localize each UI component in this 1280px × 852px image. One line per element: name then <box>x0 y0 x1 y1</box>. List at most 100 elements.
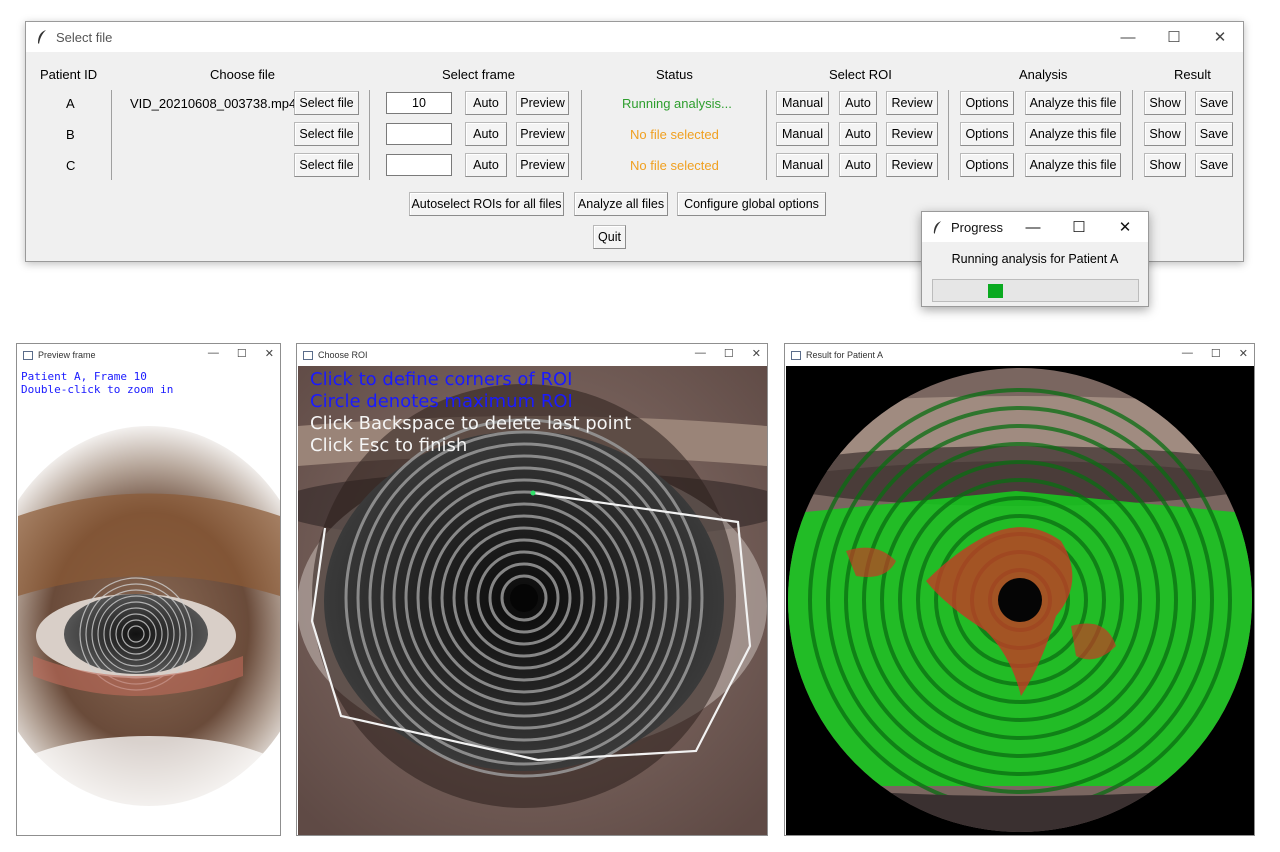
header-result: Result <box>1174 67 1211 82</box>
separator <box>581 90 582 180</box>
result-window-title: Result for Patient A <box>806 350 884 360</box>
preview-button[interactable]: Preview <box>516 91 569 115</box>
feather-icon <box>38 30 46 44</box>
maximize-icon[interactable]: ☐ <box>1056 212 1102 242</box>
header-choose-file: Choose file <box>210 67 276 82</box>
maximize-icon[interactable]: ☐ <box>237 347 247 360</box>
header-select-frame: Select frame <box>442 67 515 82</box>
autoselect-all-rois-button[interactable]: Autoselect ROIs for all files <box>409 192 564 216</box>
close-icon[interactable]: ✕ <box>265 347 274 360</box>
roi-instruction-line1: Click to define corners of ROI <box>310 369 573 390</box>
minimize-icon[interactable]: — <box>1010 212 1056 242</box>
separator <box>766 90 767 180</box>
roi-image[interactable]: Click to define corners of ROI Circle de… <box>298 366 767 835</box>
close-icon[interactable]: ✕ <box>1102 212 1148 242</box>
roi-titlebar: Choose ROI — ☐ ✕ <box>297 344 767 366</box>
preview-info-line1: Patient A, Frame 10 <box>21 370 147 383</box>
separator <box>369 90 370 180</box>
preview-titlebar: Preview frame — ☐ ✕ <box>17 344 280 366</box>
options-button[interactable]: Options <box>960 122 1014 146</box>
header-patient-id: Patient ID <box>40 67 98 82</box>
patient-id: C <box>66 158 76 173</box>
minimize-icon[interactable]: — <box>695 347 706 360</box>
configure-global-options-button[interactable]: Configure global options <box>677 192 826 216</box>
progress-bar <box>932 279 1139 302</box>
auto-frame-button[interactable]: Auto <box>465 91 507 115</box>
minimize-icon[interactable]: — <box>1182 347 1193 360</box>
main-titlebar: Select file — ☐ ✕ <box>26 22 1243 52</box>
preview-image[interactable]: Patient A, Frame 10 Double-click to zoom… <box>18 366 280 835</box>
review-roi-button[interactable]: Review <box>886 153 938 177</box>
review-roi-button[interactable]: Review <box>886 122 938 146</box>
header-analysis: Analysis <box>1019 67 1068 82</box>
minimize-icon[interactable]: — <box>1105 22 1151 52</box>
review-roi-button[interactable]: Review <box>886 91 938 115</box>
frame-input[interactable] <box>386 123 452 145</box>
select-file-button[interactable]: Select file <box>294 122 359 146</box>
show-result-button[interactable]: Show <box>1144 91 1186 115</box>
preview-window-title: Preview frame <box>38 350 96 360</box>
select-file-button[interactable]: Select file <box>294 153 359 177</box>
roi-instruction-line4: Click Esc to finish <box>310 435 468 456</box>
patient-id: B <box>66 127 75 142</box>
result-image[interactable] <box>786 366 1254 835</box>
progress-titlebar: Progress — ☐ ✕ <box>922 212 1148 242</box>
close-icon[interactable]: ✕ <box>1239 347 1248 360</box>
roi-instruction-line3: Click Backspace to delete last point <box>310 413 632 434</box>
frame-input[interactable] <box>386 154 452 176</box>
minimize-icon[interactable]: — <box>208 347 219 360</box>
result-window: Result for Patient A — ☐ ✕ <box>784 343 1255 836</box>
patient-id: A <box>66 96 75 111</box>
header-select-roi: Select ROI <box>829 67 892 82</box>
analyze-all-files-button[interactable]: Analyze all files <box>574 192 668 216</box>
roi-window-title: Choose ROI <box>318 350 368 360</box>
choose-roi-window: Choose ROI — ☐ ✕ Click to define corners… <box>296 343 768 836</box>
window-icon <box>303 350 313 360</box>
separator <box>1132 90 1133 180</box>
analyze-this-file-button[interactable]: Analyze this file <box>1025 122 1121 146</box>
preview-button[interactable]: Preview <box>516 153 569 177</box>
status-text: No file selected <box>630 158 719 173</box>
file-name: VID_20210608_003738.mp4 <box>130 96 297 111</box>
auto-frame-button[interactable]: Auto <box>465 153 507 177</box>
auto-frame-button[interactable]: Auto <box>465 122 507 146</box>
options-button[interactable]: Options <box>960 91 1014 115</box>
show-result-button[interactable]: Show <box>1144 122 1186 146</box>
result-titlebar: Result for Patient A — ☐ ✕ <box>785 344 1254 366</box>
maximize-icon[interactable]: ☐ <box>1211 347 1221 360</box>
preview-button[interactable]: Preview <box>516 122 569 146</box>
preview-frame-window: Preview frame — ☐ ✕ Patient A, Frame 10 … <box>16 343 281 836</box>
feather-icon <box>933 220 942 234</box>
window-icon <box>791 350 801 360</box>
save-result-button[interactable]: Save <box>1195 153 1233 177</box>
save-result-button[interactable]: Save <box>1195 91 1233 115</box>
frame-input[interactable]: 10 <box>386 92 452 114</box>
progress-window-title: Progress <box>951 219 1004 235</box>
main-window-title: Select file <box>56 29 113 45</box>
progress-message: Running analysis for Patient A <box>951 252 1119 266</box>
options-button[interactable]: Options <box>960 153 1014 177</box>
preview-info-line2: Double-click to zoom in <box>21 383 174 396</box>
close-icon[interactable]: ✕ <box>752 347 761 360</box>
save-result-button[interactable]: Save <box>1195 122 1233 146</box>
separator <box>948 90 949 180</box>
auto-roi-button[interactable]: Auto <box>839 91 877 115</box>
manual-roi-button[interactable]: Manual <box>776 91 829 115</box>
analyze-this-file-button[interactable]: Analyze this file <box>1025 153 1121 177</box>
window-icon <box>23 350 33 360</box>
auto-roi-button[interactable]: Auto <box>839 122 877 146</box>
status-text: Running analysis... <box>622 96 732 111</box>
maximize-icon[interactable]: ☐ <box>1151 22 1197 52</box>
progress-window: Progress — ☐ ✕ Running analysis for Pati… <box>921 211 1149 307</box>
analyze-this-file-button[interactable]: Analyze this file <box>1025 91 1121 115</box>
auto-roi-button[interactable]: Auto <box>839 153 877 177</box>
manual-roi-button[interactable]: Manual <box>776 153 829 177</box>
close-icon[interactable]: ✕ <box>1197 22 1243 52</box>
quit-button[interactable]: Quit <box>593 225 626 249</box>
maximize-icon[interactable]: ☐ <box>724 347 734 360</box>
show-result-button[interactable]: Show <box>1144 153 1186 177</box>
manual-roi-button[interactable]: Manual <box>776 122 829 146</box>
select-file-button[interactable]: Select file <box>294 91 359 115</box>
status-text: No file selected <box>630 127 719 142</box>
progress-bar-fill <box>988 284 1003 298</box>
